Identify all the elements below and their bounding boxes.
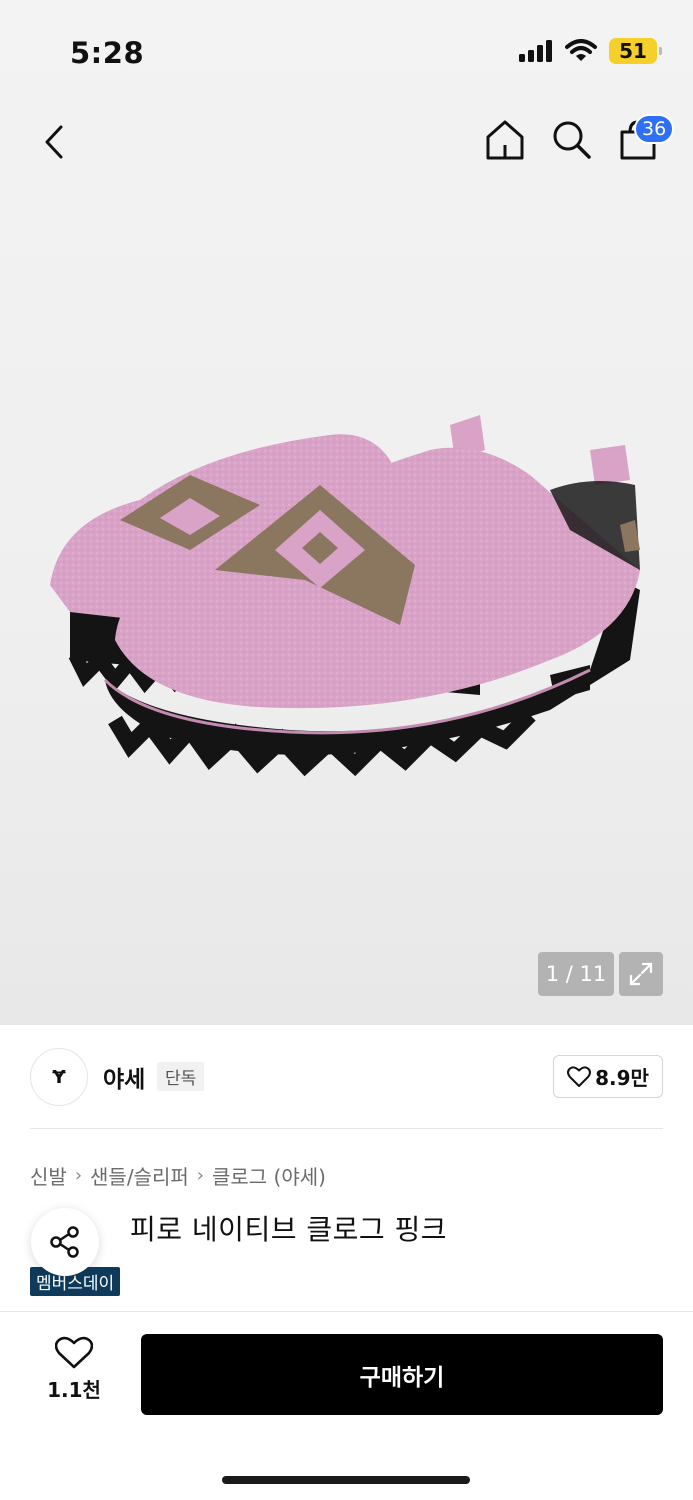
breadcrumb-item[interactable]: 샌들/슬리퍼 — [90, 1161, 189, 1190]
home-indicator — [222, 1476, 470, 1484]
brand-like-button[interactable]: 8.9만 — [553, 1055, 663, 1098]
cart-count-badge: 36 — [634, 114, 675, 144]
exclusive-tag: 단독 — [157, 1062, 205, 1091]
signal-icon — [519, 40, 552, 62]
share-button[interactable] — [31, 1208, 99, 1276]
home-button[interactable] — [483, 118, 527, 162]
breadcrumb-item[interactable]: 신발 — [30, 1161, 67, 1190]
brand-like-count: 8.9만 — [595, 1066, 649, 1090]
fullscreen-button[interactable] — [619, 952, 663, 996]
product-photo — [50, 415, 640, 777]
status-time: 5:28 — [70, 36, 145, 70]
home-icon — [486, 120, 524, 160]
image-counter: 1 / 11 — [538, 952, 614, 996]
share-icon — [50, 1226, 79, 1258]
heart-icon — [567, 1065, 592, 1087]
expand-icon — [629, 962, 653, 986]
search-button[interactable] — [550, 118, 594, 162]
brand-logo[interactable]: Ɏ — [30, 1048, 88, 1106]
chevron-right-icon: › — [196, 1165, 204, 1186]
wishlist-button[interactable]: 1.1천 — [40, 1336, 108, 1403]
back-button[interactable] — [34, 120, 74, 164]
brand-name[interactable]: 야세 — [103, 1060, 145, 1094]
divider — [30, 1128, 663, 1129]
breadcrumb: 신발 › 샌들/슬리퍼 › 클로그 (야세) — [30, 1161, 326, 1190]
status-icons: 51 — [519, 38, 662, 64]
search-icon — [553, 121, 591, 159]
battery-indicator: 51 — [609, 38, 662, 64]
wishlist-count: 1.1천 — [47, 1378, 101, 1402]
buy-button[interactable]: 구매하기 — [141, 1334, 663, 1415]
heart-icon — [55, 1336, 93, 1369]
back-icon — [45, 125, 63, 159]
chevron-right-icon: › — [74, 1165, 83, 1186]
breadcrumb-item[interactable]: 클로그 (야세) — [212, 1161, 326, 1190]
wifi-icon — [565, 39, 597, 61]
